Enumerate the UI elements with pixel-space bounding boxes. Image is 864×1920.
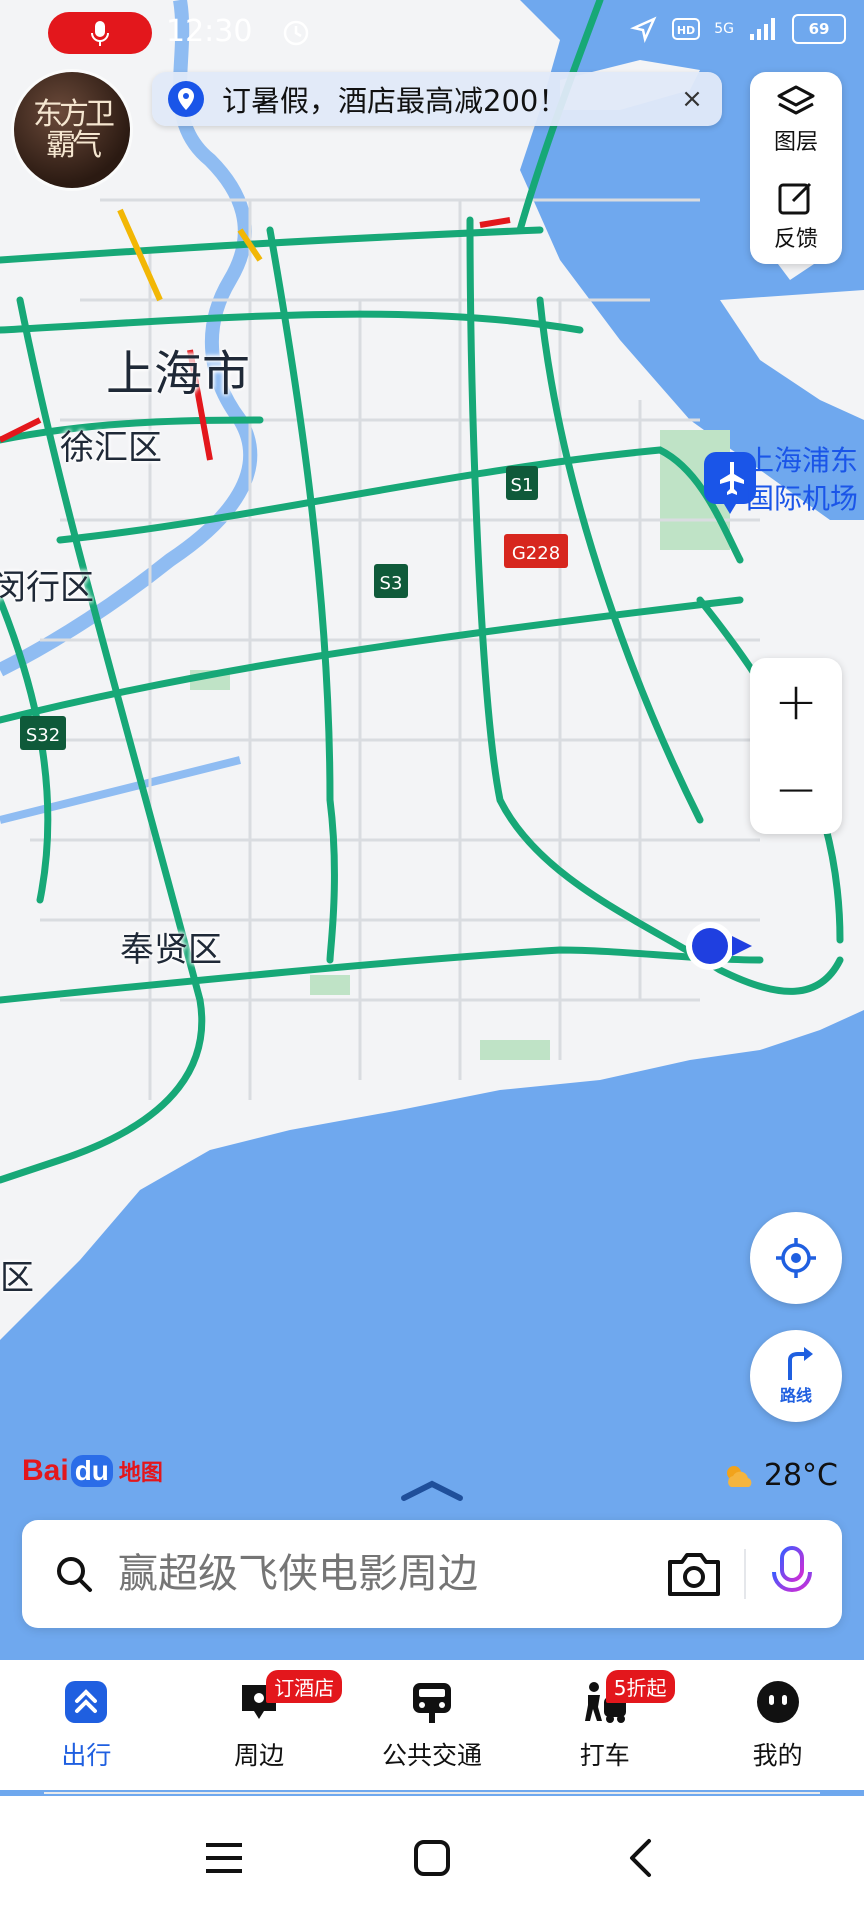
tab-travel[interactable]: 出行 bbox=[11, 1678, 161, 1772]
status-bar: 12:30 HD 5G 69 bbox=[0, 0, 864, 64]
park bbox=[480, 1040, 550, 1060]
back-chevron-icon bbox=[630, 1839, 651, 1877]
map-tools-card: 图层 反馈 bbox=[750, 72, 842, 264]
tab-nearby[interactable]: 订酒店 周边 bbox=[184, 1670, 343, 1772]
weather-temp: 28°C bbox=[763, 1458, 838, 1493]
menu-icon bbox=[206, 1843, 242, 1873]
tab-taxi[interactable]: 5折起 打车 bbox=[530, 1670, 680, 1772]
promo-text: 订暑假，酒店最高减200！ bbox=[222, 84, 568, 118]
recording-indicator[interactable] bbox=[48, 12, 152, 54]
mic-icon bbox=[91, 21, 109, 46]
menu-nav-button[interactable] bbox=[194, 1828, 254, 1888]
shield-g228: G228 bbox=[504, 534, 568, 568]
signal-icon bbox=[750, 18, 775, 40]
shield-s3: S3 bbox=[374, 564, 408, 598]
svg-text:G228: G228 bbox=[512, 543, 560, 564]
profile-icon bbox=[754, 1678, 802, 1726]
route-label: 路线 bbox=[779, 1386, 812, 1405]
park bbox=[310, 975, 350, 995]
svg-text:HD: HD bbox=[677, 24, 695, 37]
svg-text:国际机场: 国际机场 bbox=[746, 482, 858, 515]
district-label-edge: 区 bbox=[0, 1258, 34, 1298]
feedback-button[interactable]: 反馈 bbox=[750, 168, 842, 264]
clock: 12:30 bbox=[166, 14, 253, 49]
tab-travel-label: 出行 bbox=[61, 1741, 112, 1770]
promo-close-button[interactable]: × bbox=[672, 84, 712, 114]
crosshair-icon bbox=[776, 1238, 816, 1278]
zoom-control: + − bbox=[750, 658, 842, 834]
route-icon bbox=[788, 1347, 813, 1380]
bus-icon bbox=[408, 1678, 456, 1726]
weather-widget[interactable]: 28°C bbox=[722, 1458, 838, 1493]
layers-icon bbox=[777, 85, 815, 115]
shield-s32: S32 bbox=[20, 716, 66, 750]
feedback-label: 反馈 bbox=[773, 227, 818, 252]
search-divider bbox=[744, 1549, 746, 1599]
logo-di: 地图 bbox=[118, 1460, 163, 1485]
voice-search-icon[interactable] bbox=[770, 1546, 814, 1602]
layers-button[interactable]: 图层 bbox=[750, 72, 842, 168]
district-label-fengxian: 奉贤区 bbox=[120, 930, 222, 970]
travel-icon bbox=[62, 1678, 110, 1726]
home-nav-button[interactable] bbox=[402, 1828, 462, 1888]
battery-indicator: 69 bbox=[792, 14, 846, 44]
avatar[interactable]: 东方卫 霸气 bbox=[14, 72, 130, 188]
search-input[interactable] bbox=[116, 1550, 666, 1598]
shield-s1: S1 bbox=[506, 466, 538, 500]
zoom-out-button[interactable]: − bbox=[750, 746, 842, 834]
alarm-icon bbox=[283, 20, 309, 46]
tab-nearby-badge: 订酒店 bbox=[266, 1670, 343, 1703]
svg-text:S32: S32 bbox=[26, 725, 60, 746]
tab-mine-label: 我的 bbox=[752, 1741, 803, 1770]
zoom-in-button[interactable]: + bbox=[750, 658, 842, 746]
tab-taxi-badge: 5折起 bbox=[605, 1670, 675, 1703]
route-button[interactable]: 路线 bbox=[750, 1330, 842, 1422]
hd-icon: HD bbox=[672, 18, 701, 40]
locate-button[interactable] bbox=[750, 1212, 842, 1304]
system-nav-bar bbox=[0, 1796, 864, 1920]
location-pin-icon bbox=[168, 81, 204, 117]
tab-nearby-label: 周边 bbox=[234, 1741, 285, 1770]
district-label-minhang: 闵行区 bbox=[0, 568, 94, 608]
camera-icon[interactable] bbox=[666, 1550, 722, 1598]
edit-icon bbox=[778, 182, 812, 215]
search-icon bbox=[57, 1557, 92, 1592]
bottom-tab-bar: 出行 订酒店 周边 公共交通 5折起 打车 我的 bbox=[0, 1660, 864, 1790]
layers-label: 图层 bbox=[773, 130, 818, 155]
avatar-text-line1: 东方卫 bbox=[33, 96, 115, 132]
tab-mine[interactable]: 我的 bbox=[703, 1678, 853, 1772]
back-nav-button[interactable] bbox=[610, 1828, 670, 1888]
avatar-text-line2: 霸气 bbox=[46, 128, 102, 163]
svg-text:S1: S1 bbox=[511, 475, 534, 496]
home-square-icon bbox=[414, 1840, 450, 1876]
tab-taxi-label: 打车 bbox=[579, 1741, 630, 1770]
cloudy-icon bbox=[726, 1465, 752, 1487]
logo-bai: Bai bbox=[22, 1454, 69, 1487]
drawer-handle[interactable] bbox=[398, 1476, 466, 1506]
promo-banner[interactable]: 订暑假，酒店最高减200！ × bbox=[152, 72, 722, 126]
district-label-xuhui: 徐汇区 bbox=[60, 428, 162, 468]
baidu-map-logo: Bai du 地图 bbox=[22, 1454, 163, 1488]
search-bar[interactable] bbox=[22, 1520, 842, 1628]
svg-text:S3: S3 bbox=[380, 573, 403, 594]
tab-transit-label: 公共交通 bbox=[381, 1741, 482, 1770]
logo-du: du bbox=[70, 1455, 113, 1487]
svg-text:上海浦东: 上海浦东 bbox=[746, 444, 858, 477]
location-arrow-icon bbox=[630, 16, 657, 43]
tab-separator bbox=[44, 1792, 820, 1794]
city-label: 上海市 bbox=[106, 346, 251, 402]
network-type: 5G bbox=[714, 21, 734, 37]
tab-transit[interactable]: 公共交通 bbox=[357, 1678, 507, 1772]
